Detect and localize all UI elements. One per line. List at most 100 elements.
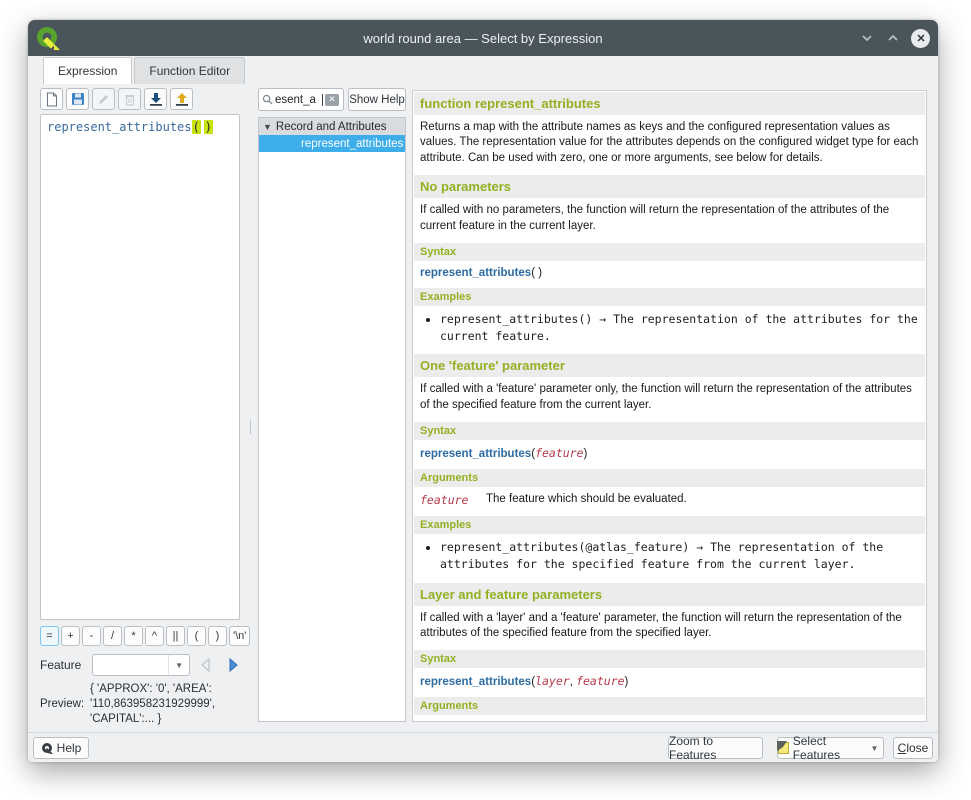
trash-icon — [124, 93, 136, 106]
expression-function-name: represent_attributes — [47, 120, 192, 134]
argument-desc: The layer (or its ID or name). — [486, 721, 919, 722]
close-button[interactable]: Close — [893, 737, 933, 759]
previous-feature-button — [195, 654, 217, 676]
clear-search-icon[interactable]: ✕ — [325, 94, 339, 106]
arrow-right-icon — [225, 657, 241, 673]
operator-button[interactable]: - — [82, 626, 101, 646]
examples-list: represent_attributes() → The representat… — [413, 311, 926, 344]
import-expressions-button[interactable] — [144, 88, 167, 110]
preview-value: { 'APPROX': '0', 'AREA': '110,8639582319… — [90, 682, 248, 727]
close-x-icon — [916, 33, 926, 43]
select-by-expression-dialog: world round area — Select by Expression … — [28, 20, 938, 762]
section-heading: Layer and feature parameters — [414, 583, 925, 606]
example-item: represent_attributes() → The representat… — [440, 311, 920, 344]
examples-label: Examples — [414, 516, 925, 534]
next-feature-button[interactable] — [222, 654, 244, 676]
operator-button[interactable]: ( — [187, 626, 206, 646]
argument-desc: The feature which should be evaluated. — [486, 493, 919, 507]
tree-item-label: represent_attributes — [301, 138, 403, 150]
arguments-table: feature The feature which should be eval… — [420, 493, 919, 507]
section-heading: No parameters — [414, 175, 925, 198]
expression-open-paren: ( — [192, 120, 201, 134]
select-features-icon — [778, 742, 789, 754]
new-file-icon — [45, 92, 59, 107]
edit-expression-button — [92, 88, 115, 110]
tree-item-represent-attributes[interactable]: represent_attributes — [259, 135, 405, 152]
arrow-glyph: → — [599, 312, 606, 326]
select-features-dropdown-button[interactable]: ▼ — [866, 737, 884, 759]
syntax-line: represent_attributes(layer, feature) — [420, 674, 919, 688]
tab-bar: Expression Function Editor — [28, 56, 938, 84]
tree-group-label: Record and Attributes — [276, 121, 387, 133]
dialog-content: represent_attributes() = + - / * ^ || ( … — [28, 84, 938, 732]
preview-row: Preview: { 'APPROX': '0', 'AREA': '110,8… — [40, 682, 252, 727]
examples-label: Examples — [414, 288, 925, 306]
export-expressions-button[interactable] — [170, 88, 193, 110]
help-button[interactable]: Help — [33, 737, 89, 759]
help-description: Returns a map with the attribute names a… — [420, 120, 919, 166]
syntax-line: represent_attributes( ) — [420, 267, 919, 279]
tab-expression[interactable]: Expression — [43, 57, 132, 84]
import-arrow-down-icon — [149, 92, 163, 106]
operator-button[interactable]: / — [103, 626, 122, 646]
examples-list: represent_attributes(@atlas_feature) → T… — [413, 539, 926, 572]
operator-button[interactable]: + — [61, 626, 80, 646]
search-icon — [262, 94, 273, 105]
splitter-right[interactable] — [405, 84, 412, 732]
arguments-table: layer The layer (or its ID or name). fea… — [420, 721, 919, 722]
section-text: If called with no parameters, the functi… — [420, 203, 919, 234]
button-bar: Help Zoom to Features Select Features ▼ … — [28, 732, 938, 762]
operator-button[interactable]: ) — [208, 626, 227, 646]
expression-toolbar — [40, 88, 193, 110]
function-tree[interactable]: ▼ Record and Attributes represent_attrib… — [258, 117, 406, 722]
feature-combobox[interactable]: ▼ — [92, 654, 190, 676]
chevron-up-icon[interactable] — [885, 30, 901, 46]
arguments-label: Arguments — [414, 697, 925, 715]
section-text: If called with a 'layer' and a 'feature'… — [420, 611, 919, 642]
expression-close-paren: ) — [204, 120, 213, 134]
operator-button[interactable]: = — [40, 626, 59, 646]
save-floppy-icon — [71, 92, 85, 106]
syntax-line: represent_attributes(feature) — [420, 446, 919, 460]
syntax-label: Syntax — [414, 422, 925, 440]
window-title: world round area — Select by Expression — [28, 31, 938, 46]
operator-button[interactable]: * — [124, 626, 143, 646]
search-input[interactable] — [275, 94, 323, 106]
argument-name: feature — [420, 493, 486, 507]
title-bar[interactable]: world round area — Select by Expression — [28, 20, 938, 56]
section-text: If called with a 'feature' parameter onl… — [420, 382, 919, 413]
select-features-button[interactable]: Select Features — [777, 737, 867, 759]
syntax-label: Syntax — [414, 650, 925, 668]
preview-label: Preview: — [40, 698, 90, 710]
tree-group-record-and-attributes[interactable]: ▼ Record and Attributes — [259, 118, 405, 135]
zoom-to-features-button[interactable]: Zoom to Features — [668, 737, 763, 759]
tab-function-editor[interactable]: Function Editor — [134, 57, 245, 84]
function-help-panel[interactable]: function represent_attributes Returns a … — [412, 90, 927, 722]
new-expression-button[interactable] — [40, 88, 63, 110]
operator-button[interactable]: || — [166, 626, 185, 646]
help-title: function represent_attributes — [414, 92, 925, 115]
arrow-left-icon — [198, 657, 214, 673]
operator-button[interactable]: ^ — [145, 626, 164, 646]
save-expression-button[interactable] — [66, 88, 89, 110]
pencil-icon — [97, 93, 110, 106]
argument-name: layer — [420, 721, 486, 722]
chevron-down-icon[interactable] — [859, 30, 875, 46]
qgis-help-icon — [41, 742, 53, 754]
arguments-label: Arguments — [414, 469, 925, 487]
arrow-glyph: → — [696, 540, 703, 554]
close-window-button[interactable] — [911, 29, 930, 48]
delete-expression-button — [118, 88, 141, 110]
export-arrow-up-icon — [175, 92, 189, 106]
show-help-button[interactable]: Show Help — [348, 88, 406, 111]
syntax-label: Syntax — [414, 243, 925, 261]
feature-row: Feature ▼ — [40, 654, 244, 676]
example-item: represent_attributes(@atlas_feature) → T… — [440, 539, 920, 572]
feature-label: Feature — [40, 658, 92, 672]
expander-caret-icon[interactable]: ▼ — [263, 122, 272, 132]
operator-buttons: = + - / * ^ || ( ) '\n' — [40, 626, 250, 646]
expression-editor[interactable]: represent_attributes() — [40, 114, 240, 620]
section-heading: One 'feature' parameter — [414, 354, 925, 377]
function-search-box[interactable]: ✕ — [258, 88, 344, 111]
splitter-left[interactable] — [244, 84, 256, 732]
